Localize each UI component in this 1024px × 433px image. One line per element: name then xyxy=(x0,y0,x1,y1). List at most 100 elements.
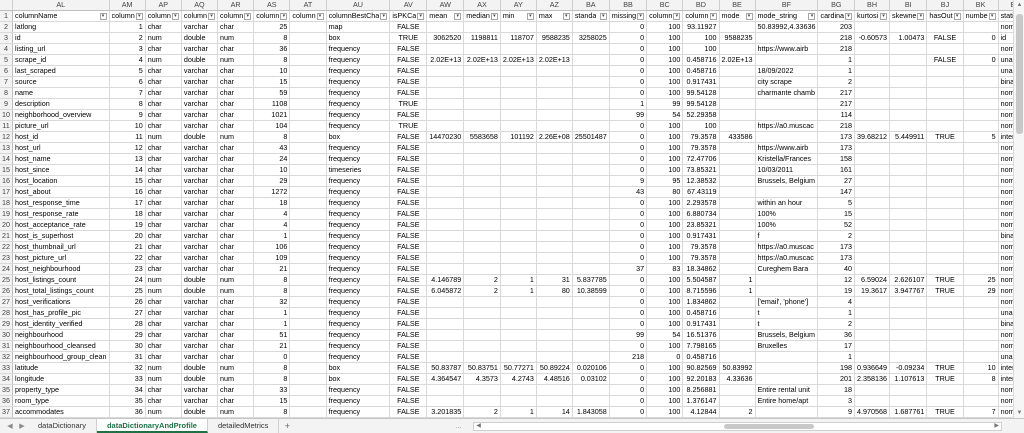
table-cell[interactable]: char xyxy=(217,340,255,352)
table-cell[interactable]: 0.458716 xyxy=(682,351,720,363)
table-cell[interactable] xyxy=(572,252,610,264)
table-cell[interactable] xyxy=(719,252,756,264)
table-cell[interactable]: char xyxy=(145,164,182,176)
table-cell[interactable] xyxy=(854,54,891,66)
table-cell[interactable]: FALSE xyxy=(389,142,428,154)
table-cell[interactable] xyxy=(463,307,501,319)
table-cell[interactable] xyxy=(463,395,501,407)
table-cell[interactable]: 29 xyxy=(109,329,146,341)
table-cell[interactable]: frequency xyxy=(326,87,391,99)
header-cell[interactable]: missing ▾ xyxy=(609,10,648,22)
table-cell[interactable]: 0 xyxy=(609,120,648,132)
table-cell[interactable]: 14 xyxy=(536,406,573,418)
table-cell[interactable]: 99 xyxy=(646,98,684,110)
table-cell[interactable] xyxy=(289,395,327,407)
table-cell[interactable] xyxy=(854,395,891,407)
table-cell[interactable]: Entire rental unit xyxy=(755,384,819,396)
table-cell[interactable]: host_since xyxy=(12,164,110,176)
table-cell[interactable] xyxy=(536,43,573,55)
table-cell[interactable]: 25 xyxy=(963,274,999,286)
table-cell[interactable]: 0 xyxy=(609,153,648,165)
table-cell[interactable]: char xyxy=(145,296,182,308)
table-cell[interactable]: num xyxy=(217,131,255,143)
table-cell[interactable] xyxy=(289,329,327,341)
table-cell[interactable] xyxy=(854,219,891,231)
filter-dropdown-icon[interactable]: ▾ xyxy=(208,12,216,20)
table-cell[interactable] xyxy=(536,329,573,341)
table-cell[interactable]: 100 xyxy=(646,197,684,209)
table-cell[interactable]: frequency xyxy=(326,329,391,341)
table-cell[interactable] xyxy=(572,175,610,187)
column-letter-header[interactable]: BJ xyxy=(926,0,964,11)
table-cell[interactable]: 0 xyxy=(609,230,648,242)
table-cell[interactable]: neighborhood_overview xyxy=(12,109,110,121)
table-cell[interactable] xyxy=(536,241,573,253)
column-letter-header[interactable]: BK xyxy=(963,0,999,11)
table-cell[interactable] xyxy=(536,252,573,264)
table-cell[interactable] xyxy=(463,164,501,176)
table-cell[interactable] xyxy=(572,43,610,55)
table-cell[interactable] xyxy=(536,351,573,363)
table-cell[interactable]: 1 xyxy=(817,54,856,66)
table-cell[interactable] xyxy=(536,65,573,77)
table-cell[interactable]: 20 xyxy=(109,230,146,242)
tab-prev-icon[interactable]: ◀ xyxy=(7,422,12,430)
table-cell[interactable]: FALSE xyxy=(389,395,428,407)
table-cell[interactable]: 79.3578 xyxy=(682,142,720,154)
table-cell[interactable]: varchar xyxy=(181,241,219,253)
table-cell[interactable]: 0.936649 xyxy=(854,362,891,374)
table-cell[interactable]: char xyxy=(217,307,255,319)
table-cell[interactable]: double xyxy=(181,362,219,374)
table-cell[interactable]: 5 xyxy=(109,65,146,77)
table-cell[interactable]: 4 xyxy=(109,54,146,66)
table-cell[interactable] xyxy=(500,329,537,341)
table-cell[interactable]: 18 xyxy=(253,197,291,209)
table-cell[interactable]: 99 xyxy=(609,109,648,121)
table-cell[interactable]: nominal xyxy=(998,252,1013,264)
header-cell[interactable]: max ▾ xyxy=(536,10,573,22)
column-letter-header[interactable]: BI xyxy=(889,0,928,11)
table-cell[interactable]: frequency xyxy=(326,318,391,330)
table-cell[interactable]: 30 xyxy=(109,340,146,352)
table-cell[interactable]: 1.687761 xyxy=(889,406,928,418)
table-cell[interactable] xyxy=(854,21,891,33)
table-cell[interactable]: 3062520 xyxy=(426,32,465,44)
table-cell[interactable] xyxy=(889,54,928,66)
table-cell[interactable] xyxy=(719,296,756,308)
table-cell[interactable]: char xyxy=(217,142,255,154)
table-cell[interactable]: latlong xyxy=(12,21,110,33)
table-cell[interactable]: name xyxy=(12,87,110,99)
table-cell[interactable] xyxy=(926,241,964,253)
header-cell[interactable]: hasOut ▾ xyxy=(926,10,964,22)
table-cell[interactable] xyxy=(500,296,537,308)
table-cell[interactable]: 173 xyxy=(817,142,856,154)
table-cell[interactable]: char xyxy=(217,241,255,253)
table-cell[interactable]: 36 xyxy=(253,43,291,55)
table-cell[interactable]: host_url xyxy=(12,142,110,154)
table-cell[interactable] xyxy=(572,153,610,165)
table-cell[interactable] xyxy=(289,406,327,418)
table-cell[interactable] xyxy=(572,21,610,33)
table-cell[interactable] xyxy=(500,43,537,55)
table-cell[interactable]: TRUE xyxy=(389,120,428,132)
table-cell[interactable] xyxy=(854,120,891,132)
table-cell[interactable]: description xyxy=(12,98,110,110)
table-cell[interactable]: char xyxy=(217,43,255,55)
table-cell[interactable] xyxy=(963,197,999,209)
table-cell[interactable]: 50.89224 xyxy=(536,362,573,374)
table-cell[interactable] xyxy=(463,318,501,330)
table-cell[interactable]: char xyxy=(145,76,182,88)
table-cell[interactable] xyxy=(536,142,573,154)
table-cell[interactable]: varchar xyxy=(181,21,219,33)
table-cell[interactable] xyxy=(426,318,465,330)
table-cell[interactable] xyxy=(500,241,537,253)
table-cell[interactable]: 4.3573 xyxy=(463,373,501,385)
table-cell[interactable]: FALSE xyxy=(389,340,428,352)
table-cell[interactable] xyxy=(426,351,465,363)
table-cell[interactable]: nominal xyxy=(998,241,1013,253)
table-cell[interactable] xyxy=(536,219,573,231)
table-cell[interactable]: accommodates xyxy=(12,406,110,418)
row-number[interactable]: 19 xyxy=(0,208,13,220)
table-cell[interactable] xyxy=(926,186,964,198)
table-cell[interactable] xyxy=(289,263,327,275)
